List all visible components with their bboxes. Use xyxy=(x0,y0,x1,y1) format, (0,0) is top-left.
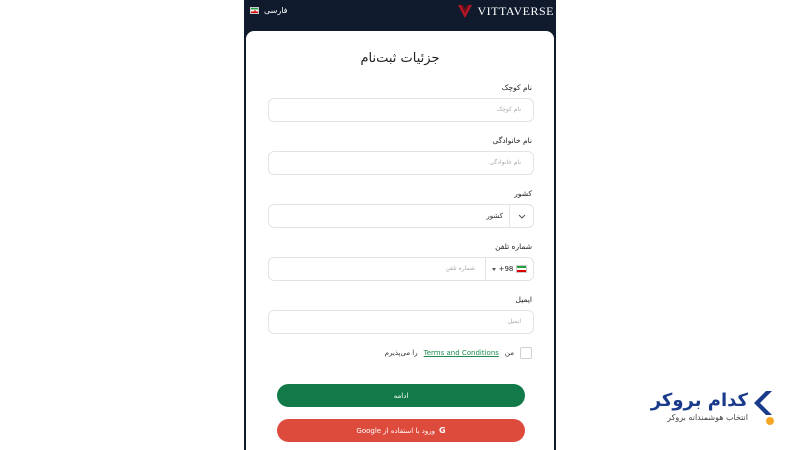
first-name-placeholder: نام کوچک xyxy=(496,106,521,113)
vittaverse-logo-icon xyxy=(457,5,472,18)
watermark-subtitle: انتخاب هوشمندانه بروکر xyxy=(667,413,748,422)
first-name-input[interactable]: نام کوچک xyxy=(268,98,534,122)
last-name-input[interactable]: نام خانوادگی xyxy=(268,151,534,175)
chevron-down-icon[interactable] xyxy=(509,205,533,227)
phone-placeholder: شماره تلفن xyxy=(445,265,475,272)
country-select[interactable]: کشور xyxy=(268,204,534,228)
watermark-logo: کدام بروکر انتخاب هوشمندانه بروکر xyxy=(648,385,784,432)
google-login-button[interactable]: G ورود با استفاده از Google xyxy=(277,419,525,442)
terms-prefix: من xyxy=(504,349,514,357)
terms-row: من Terms and Conditions را می‌پذیرم xyxy=(385,347,532,359)
terms-checkbox[interactable] xyxy=(520,347,532,359)
country-code-selector[interactable]: +98 xyxy=(485,258,533,280)
last-name-placeholder: نام خانوادگی xyxy=(489,159,521,166)
page: فارسی VITTAVERSE جزئیات ثبت‌نام نام کوچک… xyxy=(0,0,800,450)
continue-label: ادامه xyxy=(393,391,409,400)
last-name-label: نام خانوادگی xyxy=(492,136,532,145)
email-input[interactable]: ایمیل xyxy=(268,310,534,334)
google-login-label: ورود با استفاده از Google xyxy=(356,426,436,435)
mobile-screen: فارسی VITTAVERSE جزئیات ثبت‌نام نام کوچک… xyxy=(244,0,556,450)
continue-button[interactable]: ادامه xyxy=(277,384,525,407)
first-name-label: نام کوچک xyxy=(501,83,532,92)
caret-down-icon xyxy=(491,267,496,271)
brand-name: VITTAVERSE xyxy=(477,3,554,18)
watermark-title: کدام بروکر xyxy=(650,390,748,411)
country-label: کشور xyxy=(514,189,532,198)
language-selector[interactable]: فارسی xyxy=(250,6,288,15)
brand[interactable]: VITTAVERSE xyxy=(457,3,554,19)
phone-label: شماره تلفن xyxy=(495,242,532,251)
email-placeholder: ایمیل xyxy=(507,318,521,325)
registration-card: جزئیات ثبت‌نام نام کوچک نام کوچک نام خان… xyxy=(246,31,554,450)
top-bar: فارسی VITTAVERSE xyxy=(244,0,556,26)
language-label: فارسی xyxy=(264,6,288,15)
terms-link[interactable]: Terms and Conditions xyxy=(424,349,499,357)
terms-suffix: را می‌پذیرم xyxy=(384,349,418,357)
iran-flag-icon xyxy=(516,265,528,273)
kb-logo-icon xyxy=(754,391,774,425)
page-title: جزئیات ثبت‌نام xyxy=(360,51,440,66)
country-code: +98 xyxy=(498,265,514,273)
country-value: کشور xyxy=(486,212,503,220)
phone-input[interactable]: +98 شماره تلفن xyxy=(268,257,534,281)
iran-flag-icon xyxy=(250,7,259,14)
email-label: ایمیل xyxy=(515,295,532,304)
google-icon: G xyxy=(439,426,446,435)
watermark-text: کدام بروکر انتخاب هوشمندانه بروکر xyxy=(651,390,748,422)
